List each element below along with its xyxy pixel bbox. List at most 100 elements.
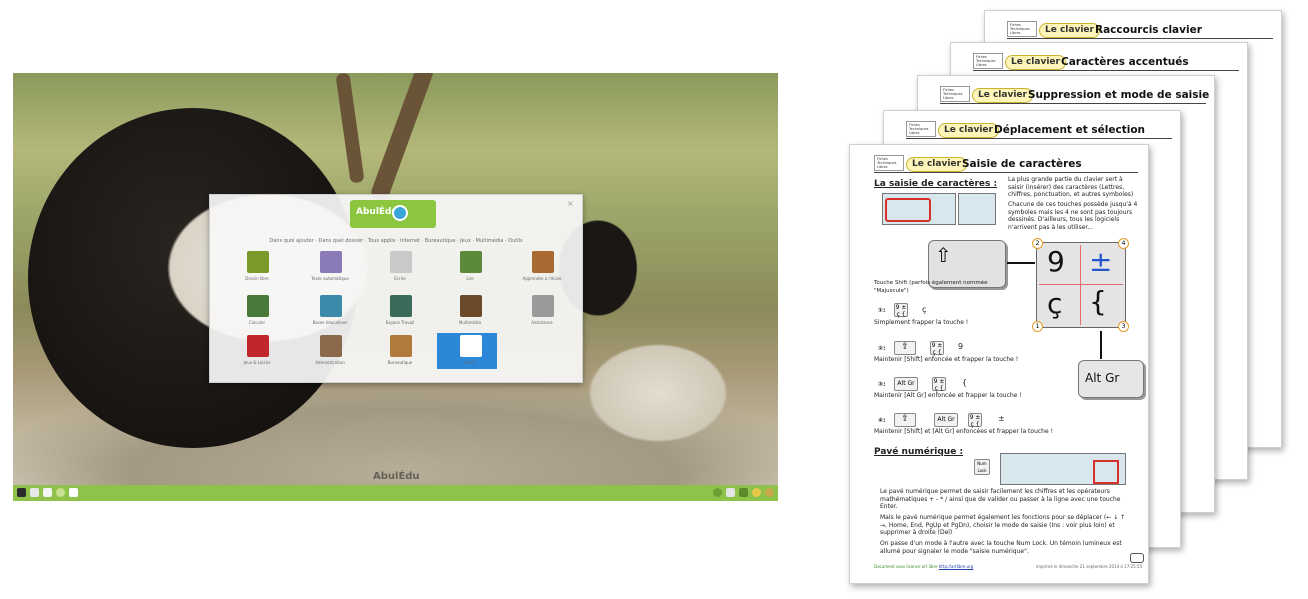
tools-icon (460, 335, 482, 357)
home-icon[interactable] (30, 488, 39, 497)
title-rule (973, 70, 1239, 71)
games-icon (247, 335, 269, 357)
work-icon (390, 295, 412, 317)
sheet-badge: Fiches Techniques Libres (906, 121, 936, 137)
keyboard-illustration (882, 193, 956, 225)
office-icon (390, 335, 412, 357)
sheet-badge: Fiches Techniques Libres (874, 155, 904, 171)
title-rule (940, 103, 1206, 104)
title-rule (906, 138, 1172, 139)
keyboard-highlight (885, 198, 931, 222)
app-icon-label: Outils (464, 360, 476, 365)
app-icon-label: Administration (315, 360, 345, 365)
key-marker-3: 3 (1118, 321, 1129, 332)
launcher-category-bar[interactable]: Dans quoi ajouter · Dans quel dossier · … (216, 237, 576, 245)
section-heading: La saisie de caractères : (874, 179, 998, 189)
sheet-badge: Fiches Techniques Libres (1007, 21, 1037, 37)
close-icon[interactable]: × (567, 199, 574, 208)
app-icon[interactable]: Écrire (375, 251, 425, 291)
app-icon-label: Bases éducatives (312, 320, 348, 325)
shift-key-small: ⇧ (894, 341, 916, 355)
read-icon (460, 251, 482, 273)
app-icon[interactable]: Bases éducatives (305, 295, 355, 335)
intro-paragraph: La plus grande partie du clavier sert à … (1008, 176, 1134, 198)
app-icon-label: Dessin libre (245, 276, 269, 281)
app-icon[interactable]: Dessin libre (232, 251, 282, 291)
app-icon-label: Multimédia (458, 320, 482, 325)
sheet-title: Suppression et mode de saisie (1028, 89, 1210, 101)
title-rule (1007, 38, 1273, 39)
launcher-logo: AbulÉdu (350, 200, 436, 228)
folder-icon[interactable] (43, 488, 52, 497)
key-marker-4: 4 (1118, 238, 1129, 249)
intro-paragraph-2: Chacune de ces touches possède jusqu'à 4… (1008, 201, 1138, 231)
key-marker-2: 2 (1032, 238, 1043, 249)
app-icon[interactable]: Assistance (517, 295, 567, 335)
sheet-title: Caractères accentués (1061, 56, 1189, 68)
sheet-badge: Fiches Techniques Libres (940, 86, 970, 102)
shift-key-small: ⇧ (894, 413, 916, 427)
volume-icon[interactable] (726, 488, 735, 497)
app-icon[interactable]: Outils (445, 335, 495, 375)
app-icon[interactable]: Apprendre à l'école (517, 251, 567, 291)
app-icon[interactable]: Texte automatique (305, 251, 355, 291)
start-menu-icon[interactable] (17, 488, 26, 497)
calc-icon (247, 295, 269, 317)
app-icon-label: Lire (466, 276, 474, 281)
step-2-result: 9 (958, 342, 964, 351)
numlock-key: Num Lock (974, 459, 990, 475)
wallpaper-branch (335, 73, 365, 184)
app-icon-label: Calculer (248, 320, 266, 325)
step-4-result: ± (998, 414, 1005, 423)
key-small: 9 ± ç { (932, 377, 946, 392)
help-icon (532, 295, 554, 317)
browser-icon[interactable] (69, 488, 78, 497)
step-2-marker: ②: (878, 345, 886, 352)
launcher-logo-badge (392, 205, 408, 221)
altgr-key-large: Alt Gr (1078, 360, 1144, 398)
step-2-text: Maintenir [Shift] enfoncée et frapper la… (874, 356, 1019, 363)
footer-license: Document sous licence art libre http://a… (874, 563, 973, 571)
app-icon-label: Jeux & Loisirs (243, 360, 271, 365)
battery-icon[interactable] (739, 488, 748, 497)
document-icon (390, 251, 412, 273)
clock-icon[interactable] (752, 488, 761, 497)
step-1-result: ç (922, 305, 927, 314)
footer-license-text: Document sous licence art libre (874, 564, 938, 569)
numpad-highlight (1093, 460, 1119, 484)
altgr-key-small: Alt Gr (894, 377, 918, 391)
app-icon-label: Bureautique (387, 360, 413, 365)
power-icon[interactable] (765, 488, 774, 497)
app-icon[interactable]: Bureautique (375, 335, 425, 375)
application-launcher-window: AbulÉdu × Dans quoi ajouter · Dans quel … (209, 194, 583, 383)
key-symbol-bottom-left: ç (1047, 287, 1063, 320)
section-heading-numpad: Pavé numérique : (874, 447, 964, 457)
app-icon[interactable]: Espace Travail (375, 295, 425, 335)
numpad-paragraph-1: Le pavé numérique permet de saisir facil… (880, 488, 1121, 510)
key-diagram: 9 ± ç { (1036, 242, 1126, 328)
admin-icon (320, 335, 342, 357)
taskbar-brand: AbulÉdu (373, 471, 420, 482)
sheet-tag: Le clavier (1005, 55, 1066, 70)
key-small: 9 ± ç { (930, 341, 944, 356)
app-icon-label: Écrire (394, 276, 406, 281)
sheet-title: Raccourcis clavier (1095, 24, 1202, 36)
media-icon (460, 295, 482, 317)
footer-print-date: imprimé le dimanche 21 septembre 2014 à … (1036, 564, 1143, 569)
network-icon[interactable] (713, 488, 722, 497)
sheet-title: Saisie de caractères (962, 158, 1082, 170)
app-icon-label: Apprendre à l'école (522, 276, 562, 281)
app-icon[interactable]: Jeux & Loisirs (232, 335, 282, 375)
app-icon-label: Espace Travail (385, 320, 415, 325)
app-icon[interactable]: Multimédia (445, 295, 495, 335)
altgr-key-label: Alt Gr (1085, 371, 1120, 385)
numpad-paragraph-3: On passe d'un mode à l'autre avec la tou… (880, 540, 1122, 555)
app-icon[interactable]: Calculer (232, 295, 282, 335)
app-icon[interactable]: Lire (445, 251, 495, 291)
app-icon[interactable]: Administration (305, 335, 355, 375)
footer-license-link[interactable]: http://artlibre.org (939, 564, 974, 569)
arrow-shift-to-key (1007, 262, 1035, 264)
taskbar: AbulÉdu (13, 471, 778, 501)
step-3-text: Maintenir [Alt Gr] enfoncée et frapper l… (874, 392, 1022, 399)
launcher-icon[interactable] (56, 488, 65, 497)
